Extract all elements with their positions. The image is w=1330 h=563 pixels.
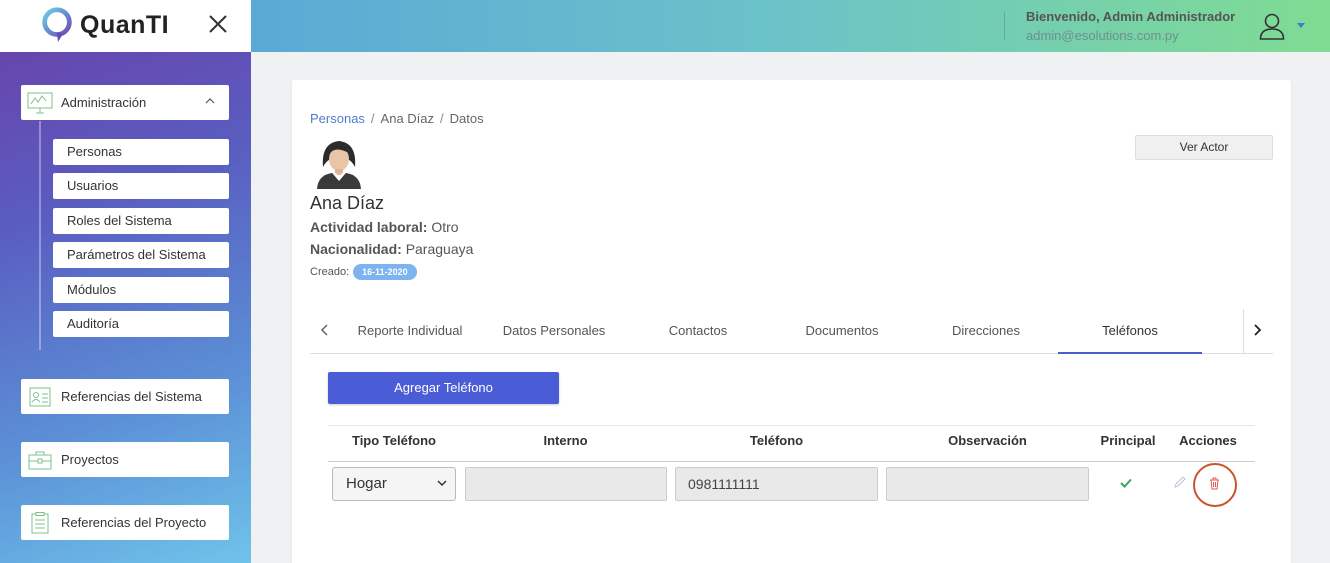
logo-text: QuanTI: [80, 10, 170, 39]
th-observacion: Observación: [948, 433, 1027, 448]
breadcrumb-person: Ana Díaz: [380, 111, 435, 126]
menu-proyectos[interactable]: Proyectos: [21, 442, 229, 477]
menu-proyectos-label: Proyectos: [61, 452, 119, 467]
sidebar-item-auditoria[interactable]: Auditoría: [53, 311, 229, 337]
add-telefono-button[interactable]: Agregar Teléfono: [328, 372, 559, 404]
menu-referencias-sistema-label: Referencias del Sistema: [61, 389, 202, 404]
tipo-telefono-value: Hogar: [346, 475, 387, 492]
actividad-label: Actividad laboral:: [310, 219, 428, 235]
quanti-logo-icon: [42, 7, 72, 43]
presentation-icon: [27, 92, 53, 113]
chevron-down-icon: [437, 480, 447, 487]
tab-telefonos[interactable]: Teléfonos: [1058, 309, 1202, 354]
th-telefono: Teléfono: [749, 433, 804, 448]
creado: Creado: 16-11-2020: [310, 264, 417, 280]
tab-documentos[interactable]: Documentos: [778, 309, 906, 354]
menu-referencias-proyecto[interactable]: Referencias del Proyecto: [21, 505, 229, 540]
sidebar-item-roles[interactable]: Roles del Sistema: [53, 208, 229, 234]
caret-down-icon[interactable]: [1297, 23, 1305, 28]
sidebar: QuanTI Administración Personas Usuarios …: [0, 0, 251, 563]
trash-icon: [1210, 477, 1219, 490]
creado-date-badge: 16-11-2020: [353, 264, 417, 280]
nacionalidad-value: Paraguaya: [405, 241, 474, 257]
welcome-text: Bienvenido, Admin Administrador: [1026, 9, 1236, 24]
breadcrumb-separator: /: [370, 111, 375, 126]
breadcrumb-separator: /: [440, 111, 444, 126]
creado-label: Creado:: [310, 266, 350, 278]
chevron-up-icon: [205, 98, 215, 104]
sidebar-item-modulos[interactable]: Módulos: [53, 277, 229, 303]
logo-bar: QuanTI: [0, 0, 251, 52]
edit-pencil-icon[interactable]: [1173, 475, 1187, 489]
tab-direcciones[interactable]: Direcciones: [922, 309, 1050, 354]
menu-referencias-proyecto-label: Referencias del Proyecto: [61, 515, 207, 530]
interno-input[interactable]: [465, 467, 667, 501]
telefono-input[interactable]: 0981111111: [675, 467, 878, 501]
menu-administracion[interactable]: Administración: [21, 85, 229, 120]
check-icon: [1120, 478, 1132, 488]
table-top-border: [328, 425, 1255, 426]
user-email: admin@esolutions.com.py: [1026, 28, 1179, 43]
tabs-bar: Reporte Individual Datos Personales Cont…: [310, 309, 1273, 354]
briefcase-icon: [28, 451, 52, 469]
observacion-input[interactable]: [886, 467, 1089, 501]
breadcrumb-current: Datos: [449, 111, 484, 126]
tabs-scroll-right[interactable]: [1243, 309, 1273, 354]
th-principal: Principal: [1100, 433, 1156, 448]
delete-button[interactable]: [1193, 463, 1237, 507]
nacionalidad: Nacionalidad: Paraguaya: [310, 241, 473, 257]
person-name: Ana Díaz: [310, 193, 385, 213]
chevron-left-icon[interactable]: [320, 324, 328, 336]
tab-reporte-individual[interactable]: Reporte Individual: [346, 309, 474, 354]
breadcrumb-personas-link[interactable]: Personas: [310, 111, 365, 126]
breadcrumb: Personas / Ana Díaz / Datos: [310, 111, 484, 126]
top-header: Bienvenido, Admin Administrador admin@es…: [251, 0, 1330, 52]
th-tipo-telefono: Tipo Teléfono: [351, 433, 436, 448]
nacionalidad-label: Nacionalidad:: [310, 241, 402, 257]
person-card: Personas / Ana Díaz / Datos Ver Actor Ana Dí…: [292, 80, 1291, 563]
menu-referencias-sistema[interactable]: Referencias del Sistema: [21, 379, 229, 414]
actividad-value: Otro: [431, 219, 459, 235]
sidebar-item-usuarios[interactable]: Usuarios: [53, 173, 229, 199]
clipboard-icon: [31, 511, 49, 533]
ver-actor-button[interactable]: Ver Actor: [1135, 135, 1273, 160]
sidebar-item-personas[interactable]: Personas: [53, 139, 229, 165]
tab-datos-personales[interactable]: Datos Personales: [490, 309, 618, 354]
chevron-right-icon: [1254, 324, 1262, 336]
header-divider: [1004, 12, 1005, 40]
th-interno: Interno: [543, 433, 588, 448]
tab-contactos[interactable]: Contactos: [634, 309, 762, 354]
user-avatar-icon[interactable]: [1259, 12, 1285, 40]
header-divider: [328, 461, 1255, 462]
person-avatar: [317, 141, 361, 189]
logo[interactable]: QuanTI: [40, 6, 169, 44]
close-icon[interactable]: [206, 12, 230, 36]
th-acciones: Acciones: [1179, 433, 1237, 448]
sidebar-item-parametros[interactable]: Parámetros del Sistema: [53, 242, 229, 268]
menu-administracion-label: Administración: [61, 95, 147, 110]
actividad-laboral: Actividad laboral: Otro: [310, 219, 459, 235]
tipo-telefono-select[interactable]: Hogar: [332, 467, 456, 501]
submenu-line: [39, 121, 41, 350]
id-card-icon: [29, 387, 51, 406]
